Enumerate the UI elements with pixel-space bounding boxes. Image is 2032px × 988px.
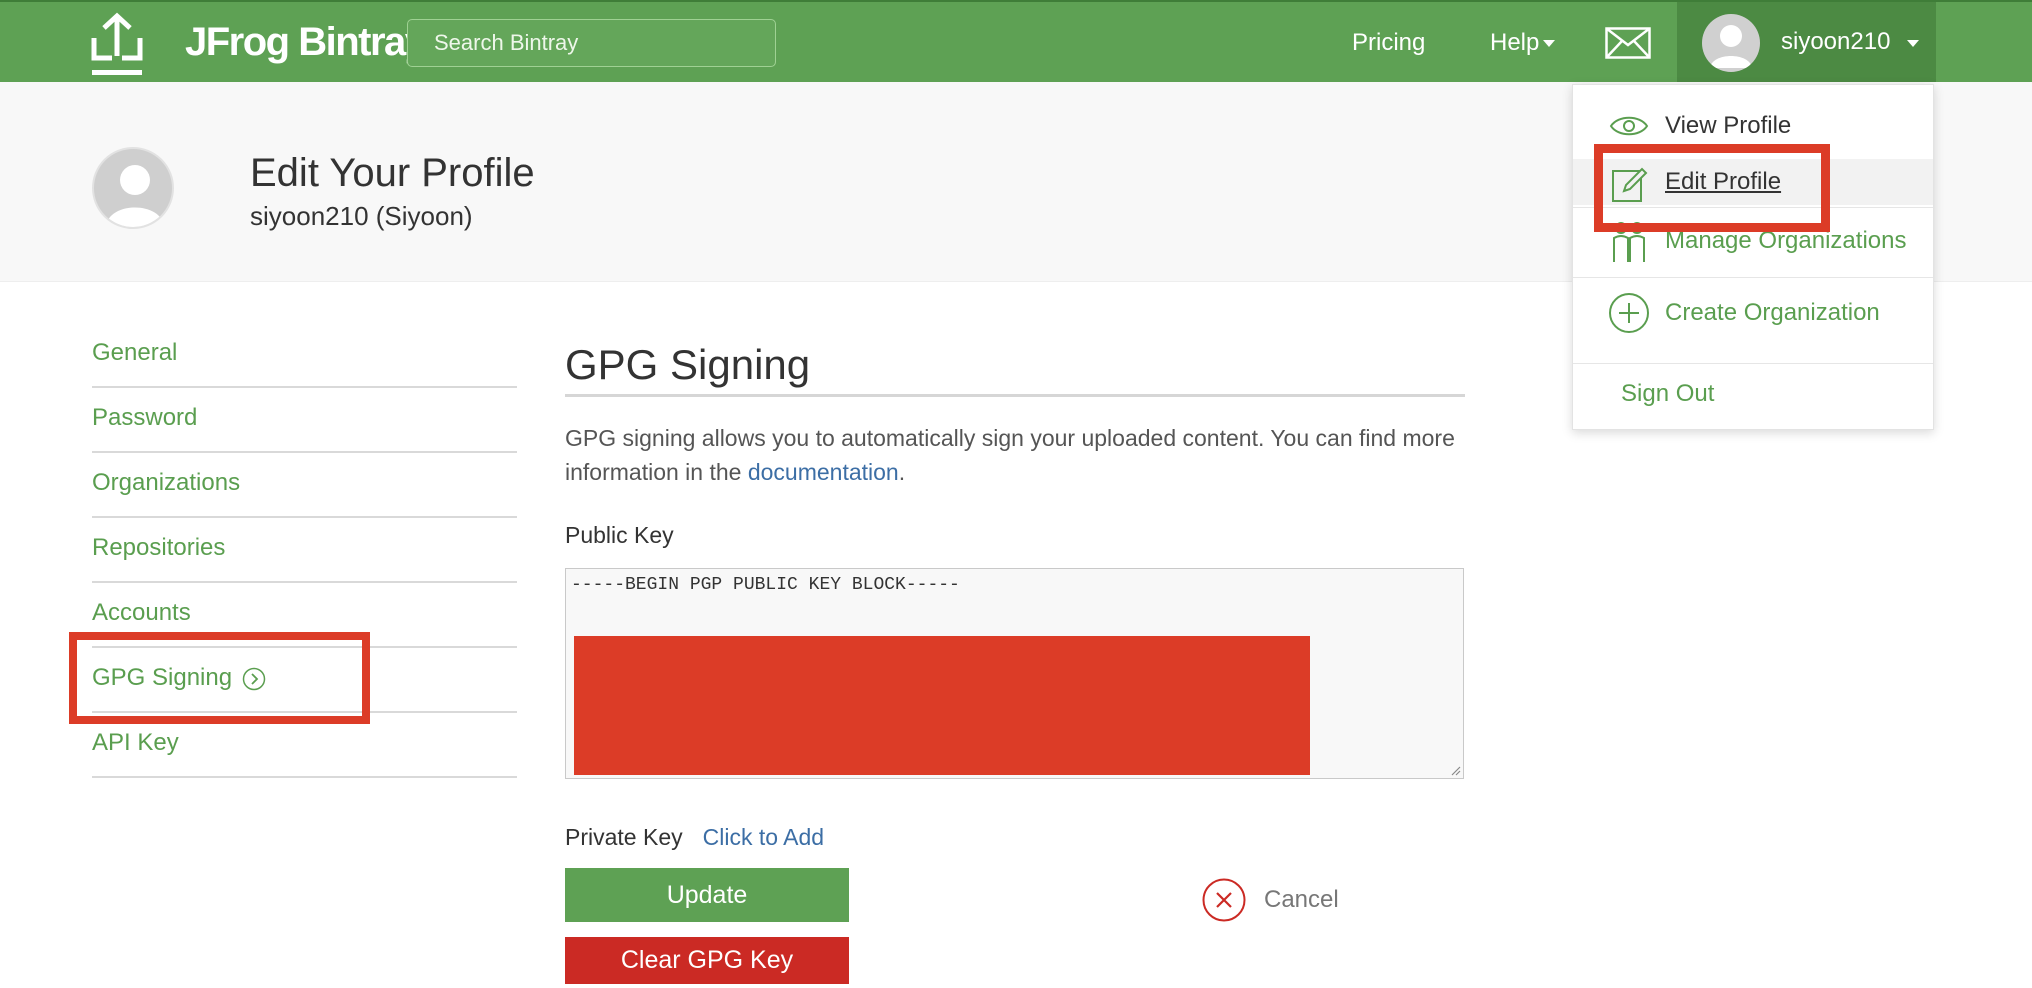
section-title: GPG Signing (565, 340, 1465, 397)
gpg-signing-panel: GPG Signing GPG signing allows you to au… (565, 340, 1465, 984)
update-button[interactable]: Update (565, 868, 849, 922)
page-subtitle: siyoon210 (Siyoon) (250, 201, 473, 231)
mail-icon[interactable] (1605, 27, 1651, 59)
click-to-add-link[interactable]: Click to Add (703, 824, 824, 850)
user-dropdown-menu: View Profile Edit Profile Manage Organiz… (1572, 84, 1934, 430)
cancel-label: Cancel (1264, 886, 1339, 913)
close-circle-icon (1202, 878, 1246, 922)
clear-gpg-key-button[interactable]: Clear GPG Key (565, 937, 849, 984)
sidebar-item-general[interactable]: General (92, 323, 517, 388)
plus-circle-icon (1609, 293, 1649, 333)
brand-name[interactable]: JFrog Bintray (185, 19, 427, 65)
search-input[interactable] (408, 20, 775, 66)
resize-handle-icon[interactable] (1449, 764, 1461, 776)
redaction-block (574, 636, 1310, 775)
menu-item-label: Create Organization (1665, 299, 1880, 326)
eye-icon (1609, 116, 1649, 136)
avatar-icon (106, 165, 164, 227)
nav-help-label: Help (1490, 29, 1540, 56)
sidebar-item-repositories[interactable]: Repositories (92, 518, 517, 583)
search-box[interactable] (407, 19, 776, 67)
avatar (92, 147, 174, 229)
description-text: GPG signing allows you to automatically … (565, 425, 1455, 485)
gpg-description: GPG signing allows you to automatically … (565, 421, 1465, 489)
username-label: siyoon210 (1781, 28, 1891, 55)
page-title: Edit Your Profile (250, 151, 535, 195)
private-key-label: Private Key (565, 824, 683, 850)
private-key-row: Private Key Click to Add (565, 822, 824, 852)
caret-down-icon (1907, 40, 1919, 47)
description-suffix: . (898, 459, 906, 485)
public-key-textarea[interactable]: -----BEGIN PGP PUBLIC KEY BLOCK----- (565, 568, 1464, 779)
menu-item-sign-out[interactable]: Sign Out (1573, 363, 1933, 423)
top-navbar: JFrog Bintray Pricing Help siyoon210 (0, 0, 2032, 84)
highlight-annotation-box (1594, 144, 1830, 232)
cancel-button[interactable]: Cancel (1202, 878, 1339, 922)
highlight-annotation-box (69, 632, 370, 724)
public-key-first-line: -----BEGIN PGP PUBLIC KEY BLOCK----- (571, 575, 960, 595)
avatar-icon (1702, 14, 1760, 72)
caret-down-icon (1543, 40, 1556, 48)
menu-item-label: Sign Out (1621, 380, 1715, 407)
sidebar-item-password[interactable]: Password (92, 388, 517, 453)
menu-item-create-organization[interactable]: Create Organization (1573, 277, 1933, 347)
documentation-link[interactable]: documentation (748, 459, 899, 485)
nav-pricing-link[interactable]: Pricing (1352, 28, 1425, 58)
nav-help-dropdown[interactable]: Help (1490, 28, 1556, 58)
public-key-label: Public Key (565, 522, 674, 548)
bintray-logo-icon[interactable] (90, 12, 144, 78)
sidebar-item-organizations[interactable]: Organizations (92, 453, 517, 518)
user-menu-toggle[interactable]: siyoon210 (1677, 2, 1936, 84)
